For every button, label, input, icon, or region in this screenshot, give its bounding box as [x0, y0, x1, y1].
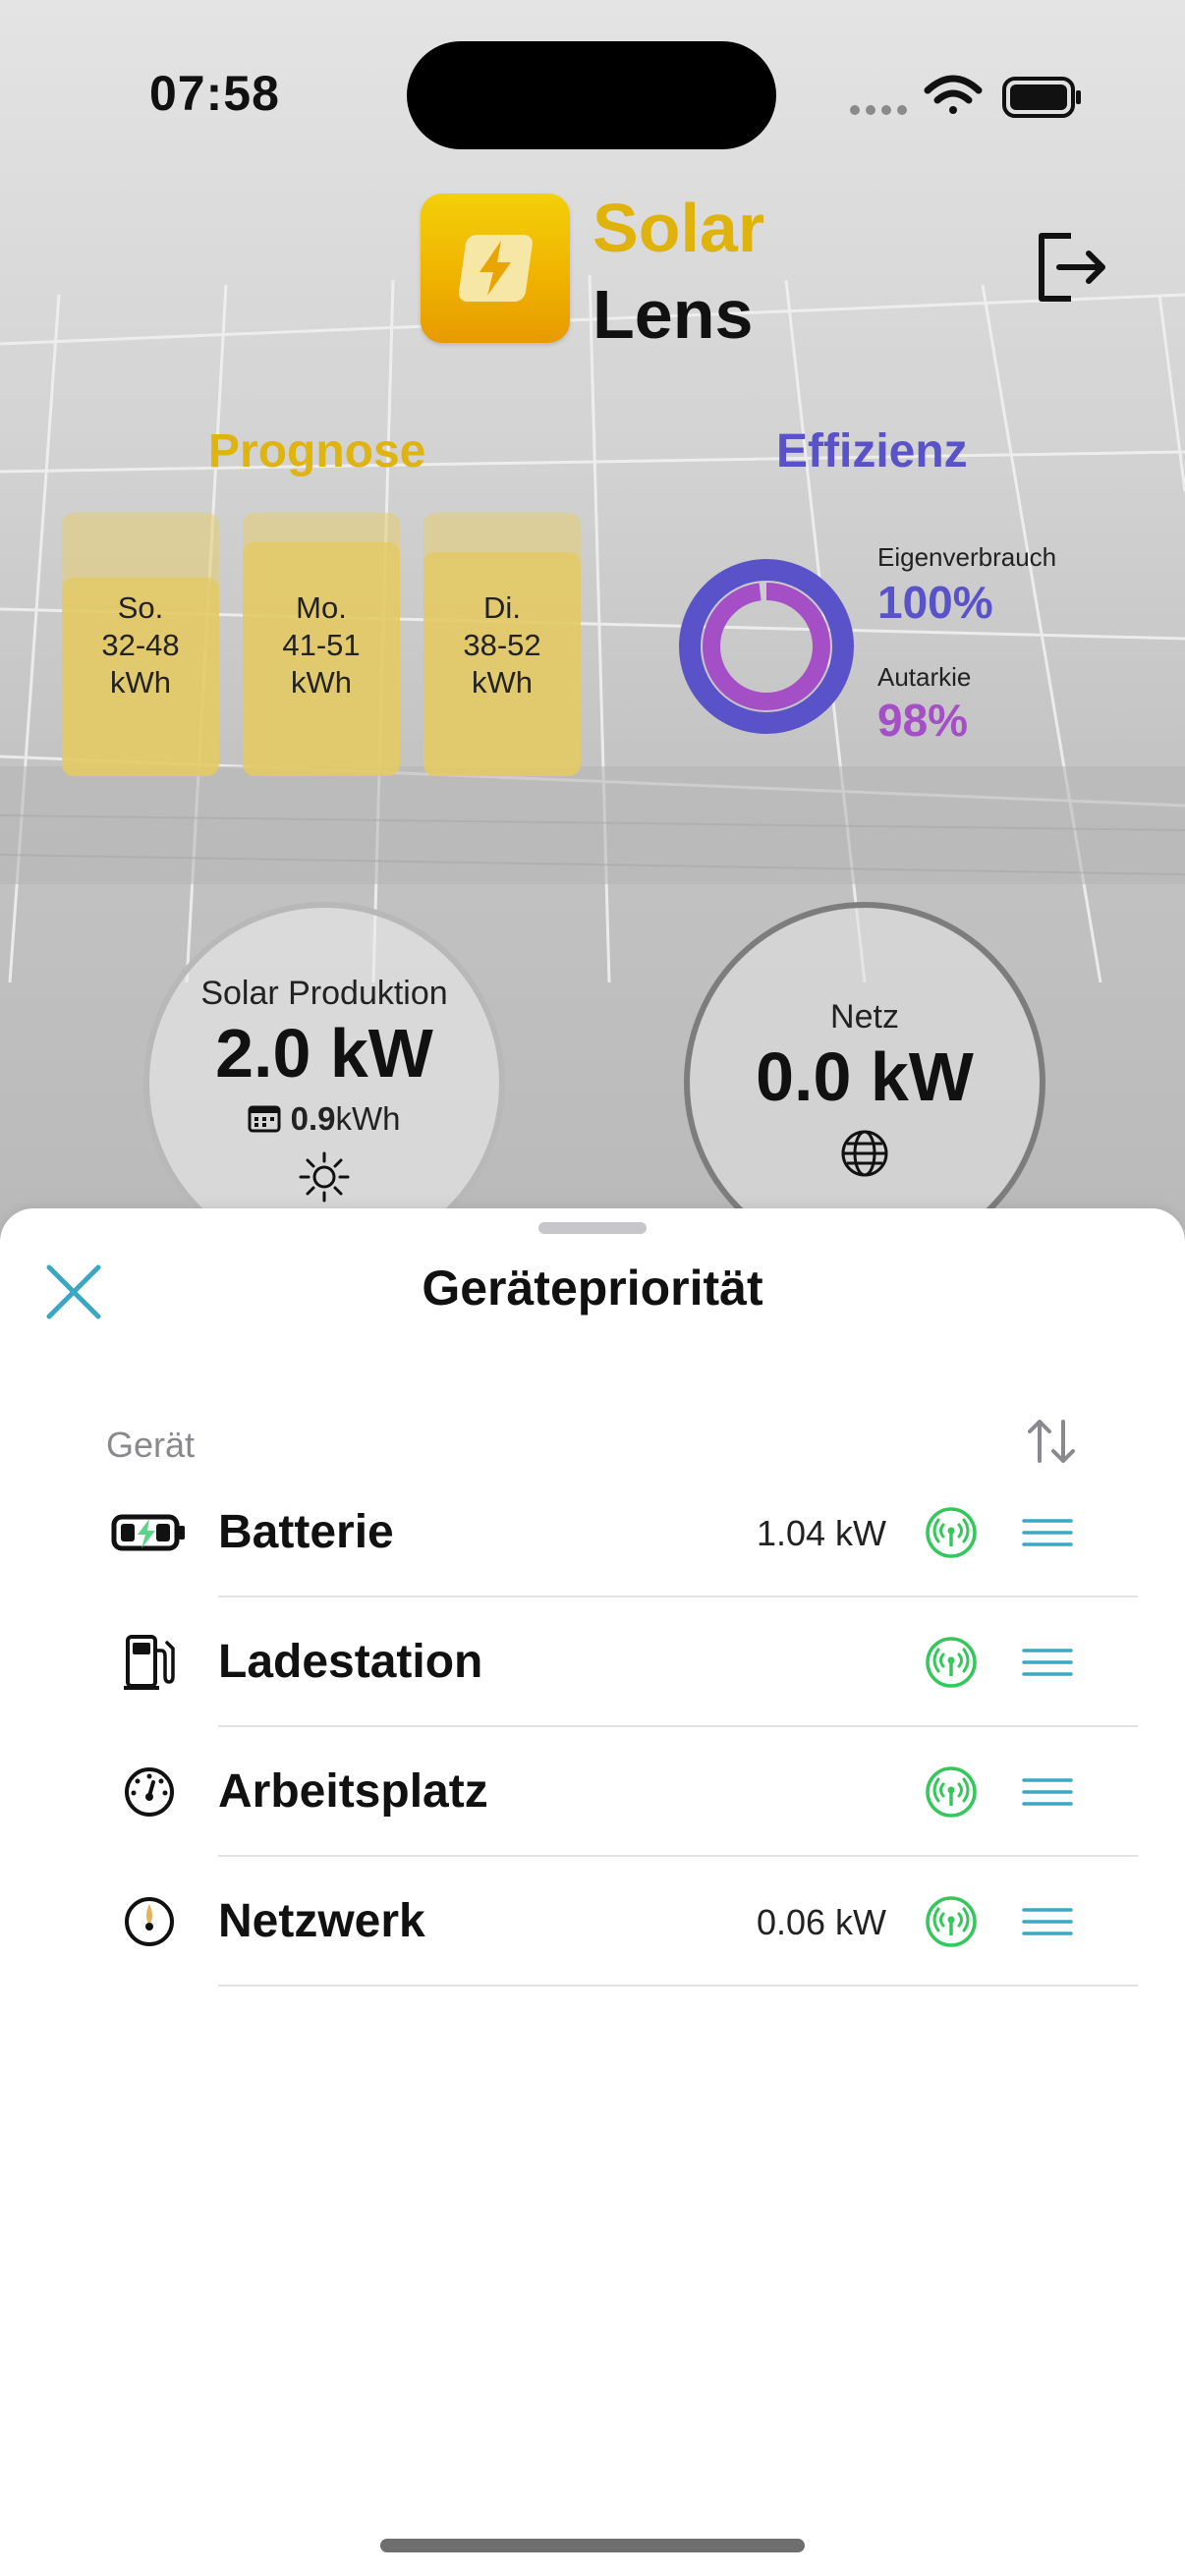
gauge-icon	[110, 1892, 189, 1951]
antenna-signal-icon	[926, 1507, 977, 1558]
drag-handle[interactable]	[1022, 1906, 1073, 1942]
solar-production-gauge[interactable]: Solar Produktion 2.0 kW 0.9kWh	[143, 902, 505, 1258]
autarky-label: Autarkie	[877, 662, 972, 692]
sheet-grabber[interactable]	[538, 1222, 647, 1234]
drag-handle-icon	[1022, 1519, 1073, 1546]
solar-caption: Solar Produktion	[200, 975, 448, 1012]
drag-handle[interactable]	[1022, 1647, 1073, 1683]
battery-charging-icon	[110, 1503, 189, 1562]
row-divider	[218, 1985, 1138, 1987]
device-row-netzwerk[interactable]: Netzwerk 0.06 kW	[0, 1857, 1185, 1987]
battery-icon	[1002, 77, 1081, 118]
device-name: Ladestation	[218, 1636, 483, 1688]
self-consumption-label: Eigenverbrauch	[877, 542, 1057, 572]
lightning-icon	[458, 235, 533, 302]
logo-text-lens: Lens	[592, 276, 754, 353]
device-row-ladestation[interactable]: Ladestation	[0, 1597, 1185, 1727]
app-logo	[421, 194, 570, 343]
wifi-icon	[924, 75, 983, 114]
sheet-title: Gerätepriorität	[422, 1260, 763, 1316]
sort-arrows-icon	[1028, 1420, 1075, 1463]
self-consumption-value: 100%	[877, 577, 993, 628]
signal-toggle[interactable]	[924, 1764, 979, 1824]
autarky-value: 98%	[877, 695, 969, 746]
grid-caption: Netz	[830, 998, 899, 1036]
status-icons	[847, 69, 1083, 129]
antenna-signal-icon	[926, 1896, 977, 1947]
signal-toggle[interactable]	[924, 1505, 979, 1565]
drag-handle-icon	[1022, 1908, 1073, 1935]
dashboard-background: 07:58 Solar Lens Prognose Effizienz So. …	[0, 0, 1185, 1258]
column-header-device: Gerät	[106, 1425, 196, 1465]
calendar-icon	[248, 1100, 290, 1137]
forecast-day-card: So. 32-48 kWh	[62, 513, 219, 776]
efficiency-ring-chart	[679, 559, 854, 734]
solar-power: 2.0 kW	[215, 1015, 433, 1092]
home-indicator[interactable]	[380, 2539, 805, 2552]
logo-text-solar: Solar	[592, 190, 765, 266]
forecast-day: Di.	[483, 590, 521, 625]
efficiency-title: Effizienz	[776, 425, 968, 477]
solar-energy-unit: kWh	[335, 1100, 401, 1137]
device-power: 0.06 kW	[756, 1902, 886, 1942]
drag-handle-icon	[1022, 1778, 1073, 1806]
cellular-icon	[850, 105, 907, 115]
device-priority-sheet: Gerätepriorität Gerät Batterie 1.04 kW L…	[0, 1208, 1185, 2576]
drag-handle[interactable]	[1022, 1776, 1073, 1813]
globe-icon	[690, 1126, 1040, 1186]
forecast-day: Mo.	[296, 590, 347, 625]
device-name: Netzwerk	[218, 1895, 425, 1947]
logout-icon	[1039, 233, 1105, 302]
device-name: Batterie	[218, 1506, 394, 1558]
sun-icon	[149, 1148, 499, 1211]
solar-energy: 0.9	[290, 1100, 336, 1137]
grid-gauge[interactable]: Netz 0.0 kW	[684, 902, 1045, 1258]
forecast-unit: kWh	[110, 665, 171, 700]
logout-button[interactable]	[1032, 228, 1110, 311]
device-row-batterie[interactable]: Batterie 1.04 kW	[0, 1468, 1185, 1597]
forecast-unit: kWh	[291, 665, 352, 700]
status-time: 07:58	[149, 66, 280, 121]
forecast-day: So.	[117, 590, 164, 625]
forecast-range: 32-48	[101, 628, 180, 662]
dynamic-island	[407, 41, 776, 149]
forecast-title: Prognose	[208, 425, 426, 477]
grid-power: 0.0 kW	[756, 1038, 974, 1115]
signal-toggle[interactable]	[924, 1894, 979, 1954]
drag-handle[interactable]	[1022, 1517, 1073, 1553]
fuel-pump-icon	[110, 1633, 189, 1692]
signal-toggle[interactable]	[924, 1635, 979, 1695]
forecast-range: 38-52	[463, 628, 541, 662]
device-row-arbeitsplatz[interactable]: Arbeitsplatz	[0, 1727, 1185, 1857]
sort-button[interactable]	[1026, 1418, 1077, 1470]
forecast-range: 41-51	[282, 628, 361, 662]
antenna-signal-icon	[926, 1766, 977, 1818]
antenna-signal-icon	[926, 1637, 977, 1688]
forecast-day-card: Di. 38-52 kWh	[423, 513, 581, 776]
device-power: 1.04 kW	[756, 1513, 886, 1553]
gauge-icon	[110, 1763, 189, 1821]
drag-handle-icon	[1022, 1649, 1073, 1676]
forecast-day-card: Mo. 41-51 kWh	[243, 513, 400, 776]
forecast-unit: kWh	[472, 665, 533, 700]
device-name: Arbeitsplatz	[218, 1765, 488, 1818]
